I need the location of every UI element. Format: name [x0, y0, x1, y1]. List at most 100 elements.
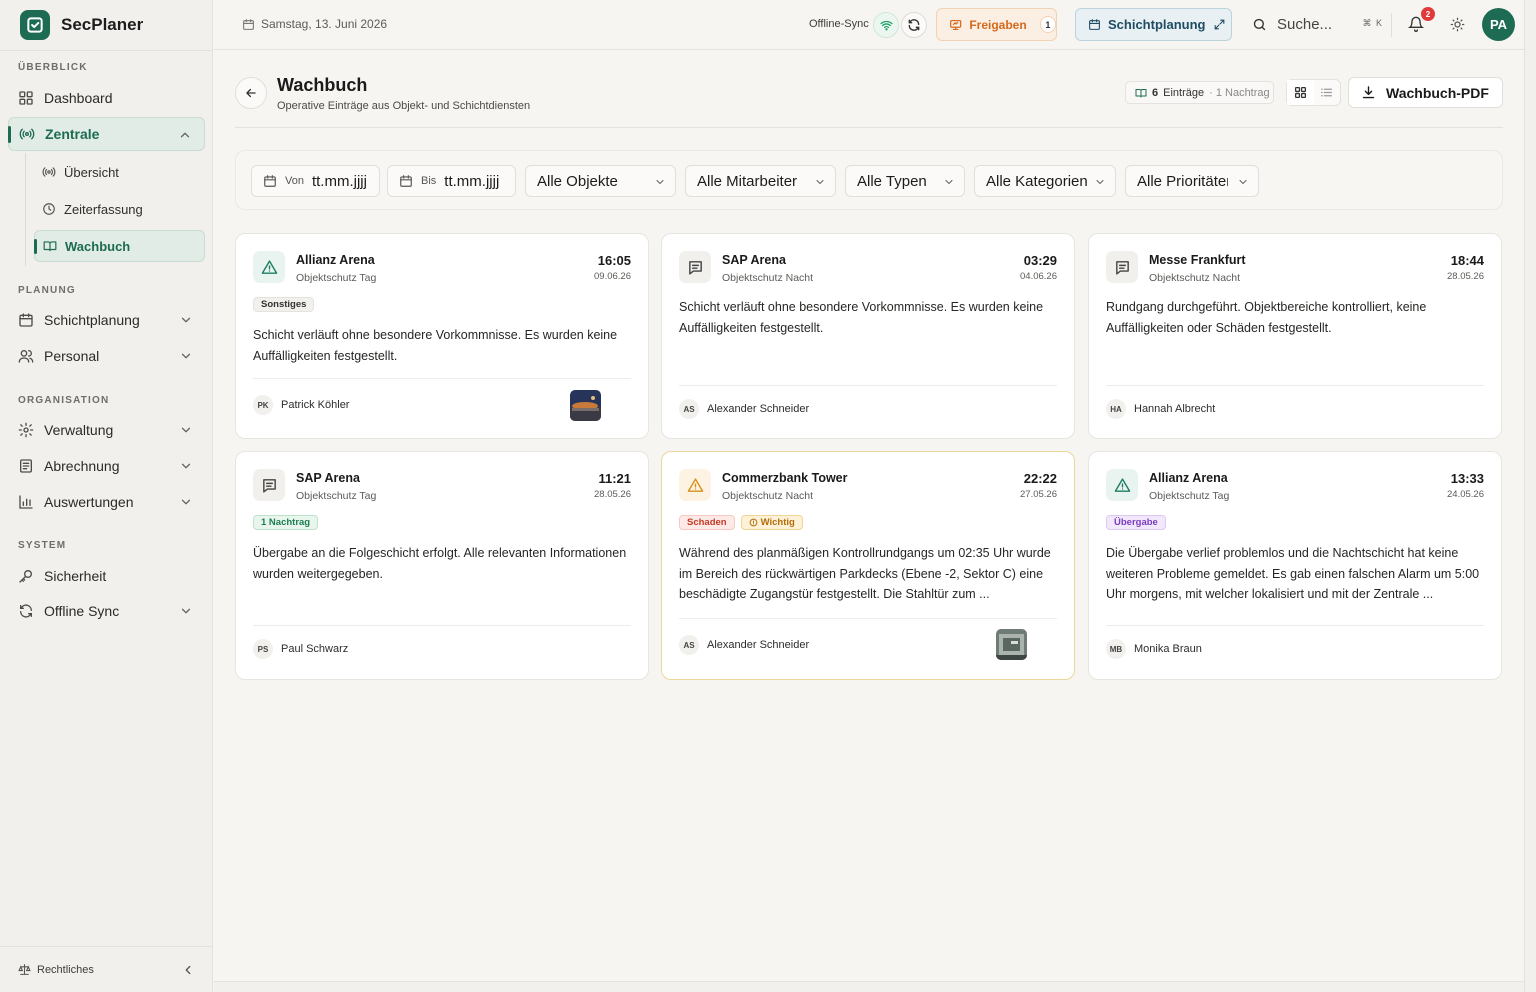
calendar-icon [400, 175, 412, 187]
entry-text: Schicht verläuft ohne besondere Vorkommn… [253, 328, 618, 363]
sidebar-item-label: Zentrale [45, 126, 100, 142]
sidebar-subitem-uebersicht[interactable]: Übersicht [34, 156, 205, 188]
sidebar-item-schichtplanung[interactable]: Schichtplanung [8, 303, 205, 337]
chevron-down-icon [945, 179, 953, 185]
chevron-down-icon [1239, 179, 1247, 185]
entry-card[interactable]: SAP Arena Objektschutz Tag 11:21 28.05.2… [235, 451, 649, 680]
wichtig-label: Wichtig [760, 517, 795, 528]
divider [235, 127, 1503, 128]
back-button[interactable] [235, 77, 267, 109]
entry-card[interactable]: Allianz Arena Objektschutz Tag 13:33 24.… [1088, 451, 1502, 680]
entry-time: 03:29 [1023, 253, 1057, 268]
entry-card-important[interactable]: Commerzbank Tower Objektschutz Nacht 22:… [661, 451, 1075, 680]
list-view-button[interactable] [1314, 80, 1341, 105]
collapse-sidebar-icon[interactable] [181, 963, 195, 977]
sidebar-subitem-zeiterfassung[interactable]: Zeiterfassung [34, 193, 205, 225]
schaden-badge: Schaden [679, 515, 735, 530]
typen-select[interactable]: Alle Typen [845, 165, 965, 197]
sidebar-item-auswertungen[interactable]: Auswertungen [8, 485, 205, 519]
entry-card[interactable]: Allianz Arena Objektschutz Tag 16:05 09.… [235, 233, 649, 439]
entry-text: Rundgang durchgeführt. Objektbereiche ko… [1106, 300, 1427, 335]
dashboard-icon [19, 91, 33, 105]
search-input[interactable]: Suche... ⌘ K [1244, 8, 1389, 41]
prioritaeten-select[interactable]: Alle Prioritäten [1125, 165, 1259, 197]
sidebar-item-personal[interactable]: Personal [8, 339, 205, 373]
divider [1106, 385, 1484, 386]
app-logo-icon [20, 10, 50, 40]
entry-object: Allianz Arena [1149, 471, 1228, 485]
entry-date: 04.06.26 [1020, 271, 1057, 282]
wifi-status-button[interactable] [873, 12, 899, 38]
expand-icon [1214, 19, 1224, 30]
entry-author: PS Paul Schwarz [253, 639, 348, 659]
sidebar-item-sicherheit[interactable]: Sicherheit [8, 559, 205, 593]
select-value: Alle Typen [857, 172, 927, 190]
user-avatar[interactable]: PA [1482, 8, 1515, 41]
chevron-down-icon[interactable] [179, 604, 193, 618]
grid-view-button[interactable] [1287, 80, 1314, 105]
entry-service: Objektschutz Nacht [722, 272, 814, 284]
main-content: Wachbuch Operative Einträge aus Objekt- … [214, 51, 1524, 981]
warning-triangle-icon [1106, 469, 1138, 501]
entry-badges: 1 Nachtrag [253, 515, 319, 530]
objekte-select[interactable]: Alle Objekte [525, 165, 676, 197]
topbar: Samstag, 13. Juni 2026 Offline-Sync Frei… [214, 0, 1524, 50]
date-from-value: tt.mm.jjjj [311, 172, 367, 190]
kategorien-select[interactable]: Alle Kategorien [974, 165, 1116, 197]
divider [0, 50, 213, 51]
offline-sync-label: Offline-Sync [809, 18, 869, 30]
entries-count-pill: 6 Einträge · 1 Nachtrag [1125, 81, 1274, 104]
page-subtitle: Operative Einträge aus Objekt- und Schic… [277, 100, 531, 112]
brand[interactable]: SecPlaner [20, 10, 143, 40]
entry-text: Übergabe an die Folgeschicht erfolgt. Al… [253, 546, 627, 581]
sidebar-item-offline-sync[interactable]: Offline Sync [8, 594, 205, 628]
uebergabe-badge: Übergabe [1106, 515, 1166, 530]
freigaben-button[interactable]: Freigaben 1 [936, 8, 1057, 41]
divider [679, 618, 1057, 619]
photo-thumbnail[interactable] [996, 629, 1027, 660]
entry-text: Schicht verläuft ohne besondere Vorkommn… [679, 300, 1044, 335]
chevron-down-icon[interactable] [179, 423, 193, 437]
legal-link[interactable]: Rechtliches [18, 963, 94, 976]
author-name: Patrick Köhler [281, 399, 350, 411]
date-from-field[interactable]: Von tt.mm.jjjj [251, 165, 380, 197]
schichtplanung-button[interactable]: Schichtplanung [1075, 8, 1232, 41]
entries-count: 6 [1152, 86, 1159, 99]
entry-card[interactable]: SAP Arena Objektschutz Nacht 03:29 04.06… [661, 233, 1075, 439]
entry-author: AS Alexander Schneider [679, 635, 809, 655]
sidebar-item-dashboard[interactable]: Dashboard [8, 81, 205, 115]
scrollbar[interactable] [1524, 0, 1536, 992]
wachbuch-pdf-button[interactable]: Wachbuch-PDF [1348, 77, 1503, 108]
entry-card[interactable]: Messe Frankfurt Objektschutz Nacht 18:44… [1088, 233, 1502, 439]
date-to-field[interactable]: Bis tt.mm.jjjj [387, 165, 516, 197]
sync-button[interactable] [901, 12, 927, 38]
sidebar-subitem-wachbuch[interactable]: Wachbuch [34, 230, 205, 262]
chevron-down-icon[interactable] [179, 349, 193, 363]
page-title: Wachbuch [277, 75, 368, 95]
sidebar-item-abrechnung[interactable]: Abrechnung [8, 449, 205, 483]
key-icon [19, 570, 32, 583]
legal-label: Rechtliches [37, 963, 94, 976]
sidebar-item-verwaltung[interactable]: Verwaltung [8, 413, 205, 447]
warning-triangle-icon [253, 251, 285, 283]
calendar-icon [1089, 19, 1100, 30]
entry-time: 22:22 [1023, 471, 1057, 486]
sidebar-item-zentrale[interactable]: Zentrale [8, 117, 205, 151]
chevron-down-icon[interactable] [179, 313, 193, 327]
entries-label: Einträge [1163, 86, 1205, 99]
scale-icon [18, 964, 31, 975]
sun-icon[interactable] [1450, 17, 1465, 32]
photo-thumbnail[interactable] [570, 390, 601, 421]
divider [1391, 13, 1392, 37]
select-value: Alle Kategorien [986, 172, 1088, 190]
chevron-down-icon[interactable] [179, 495, 193, 509]
sidebar: SecPlaner ÜBERBLICK Dashboard Zentrale Ü… [0, 0, 213, 992]
entry-object: SAP Arena [296, 471, 360, 485]
entry-time: 16:05 [597, 253, 631, 268]
chevron-down-icon[interactable] [179, 459, 193, 473]
chevron-up-icon[interactable] [178, 128, 192, 142]
refresh-icon [20, 604, 32, 618]
entry-time: 11:21 [598, 471, 631, 486]
freigaben-label: Freigaben [969, 17, 1027, 32]
mitarbeiter-select[interactable]: Alle Mitarbeiter [685, 165, 836, 197]
